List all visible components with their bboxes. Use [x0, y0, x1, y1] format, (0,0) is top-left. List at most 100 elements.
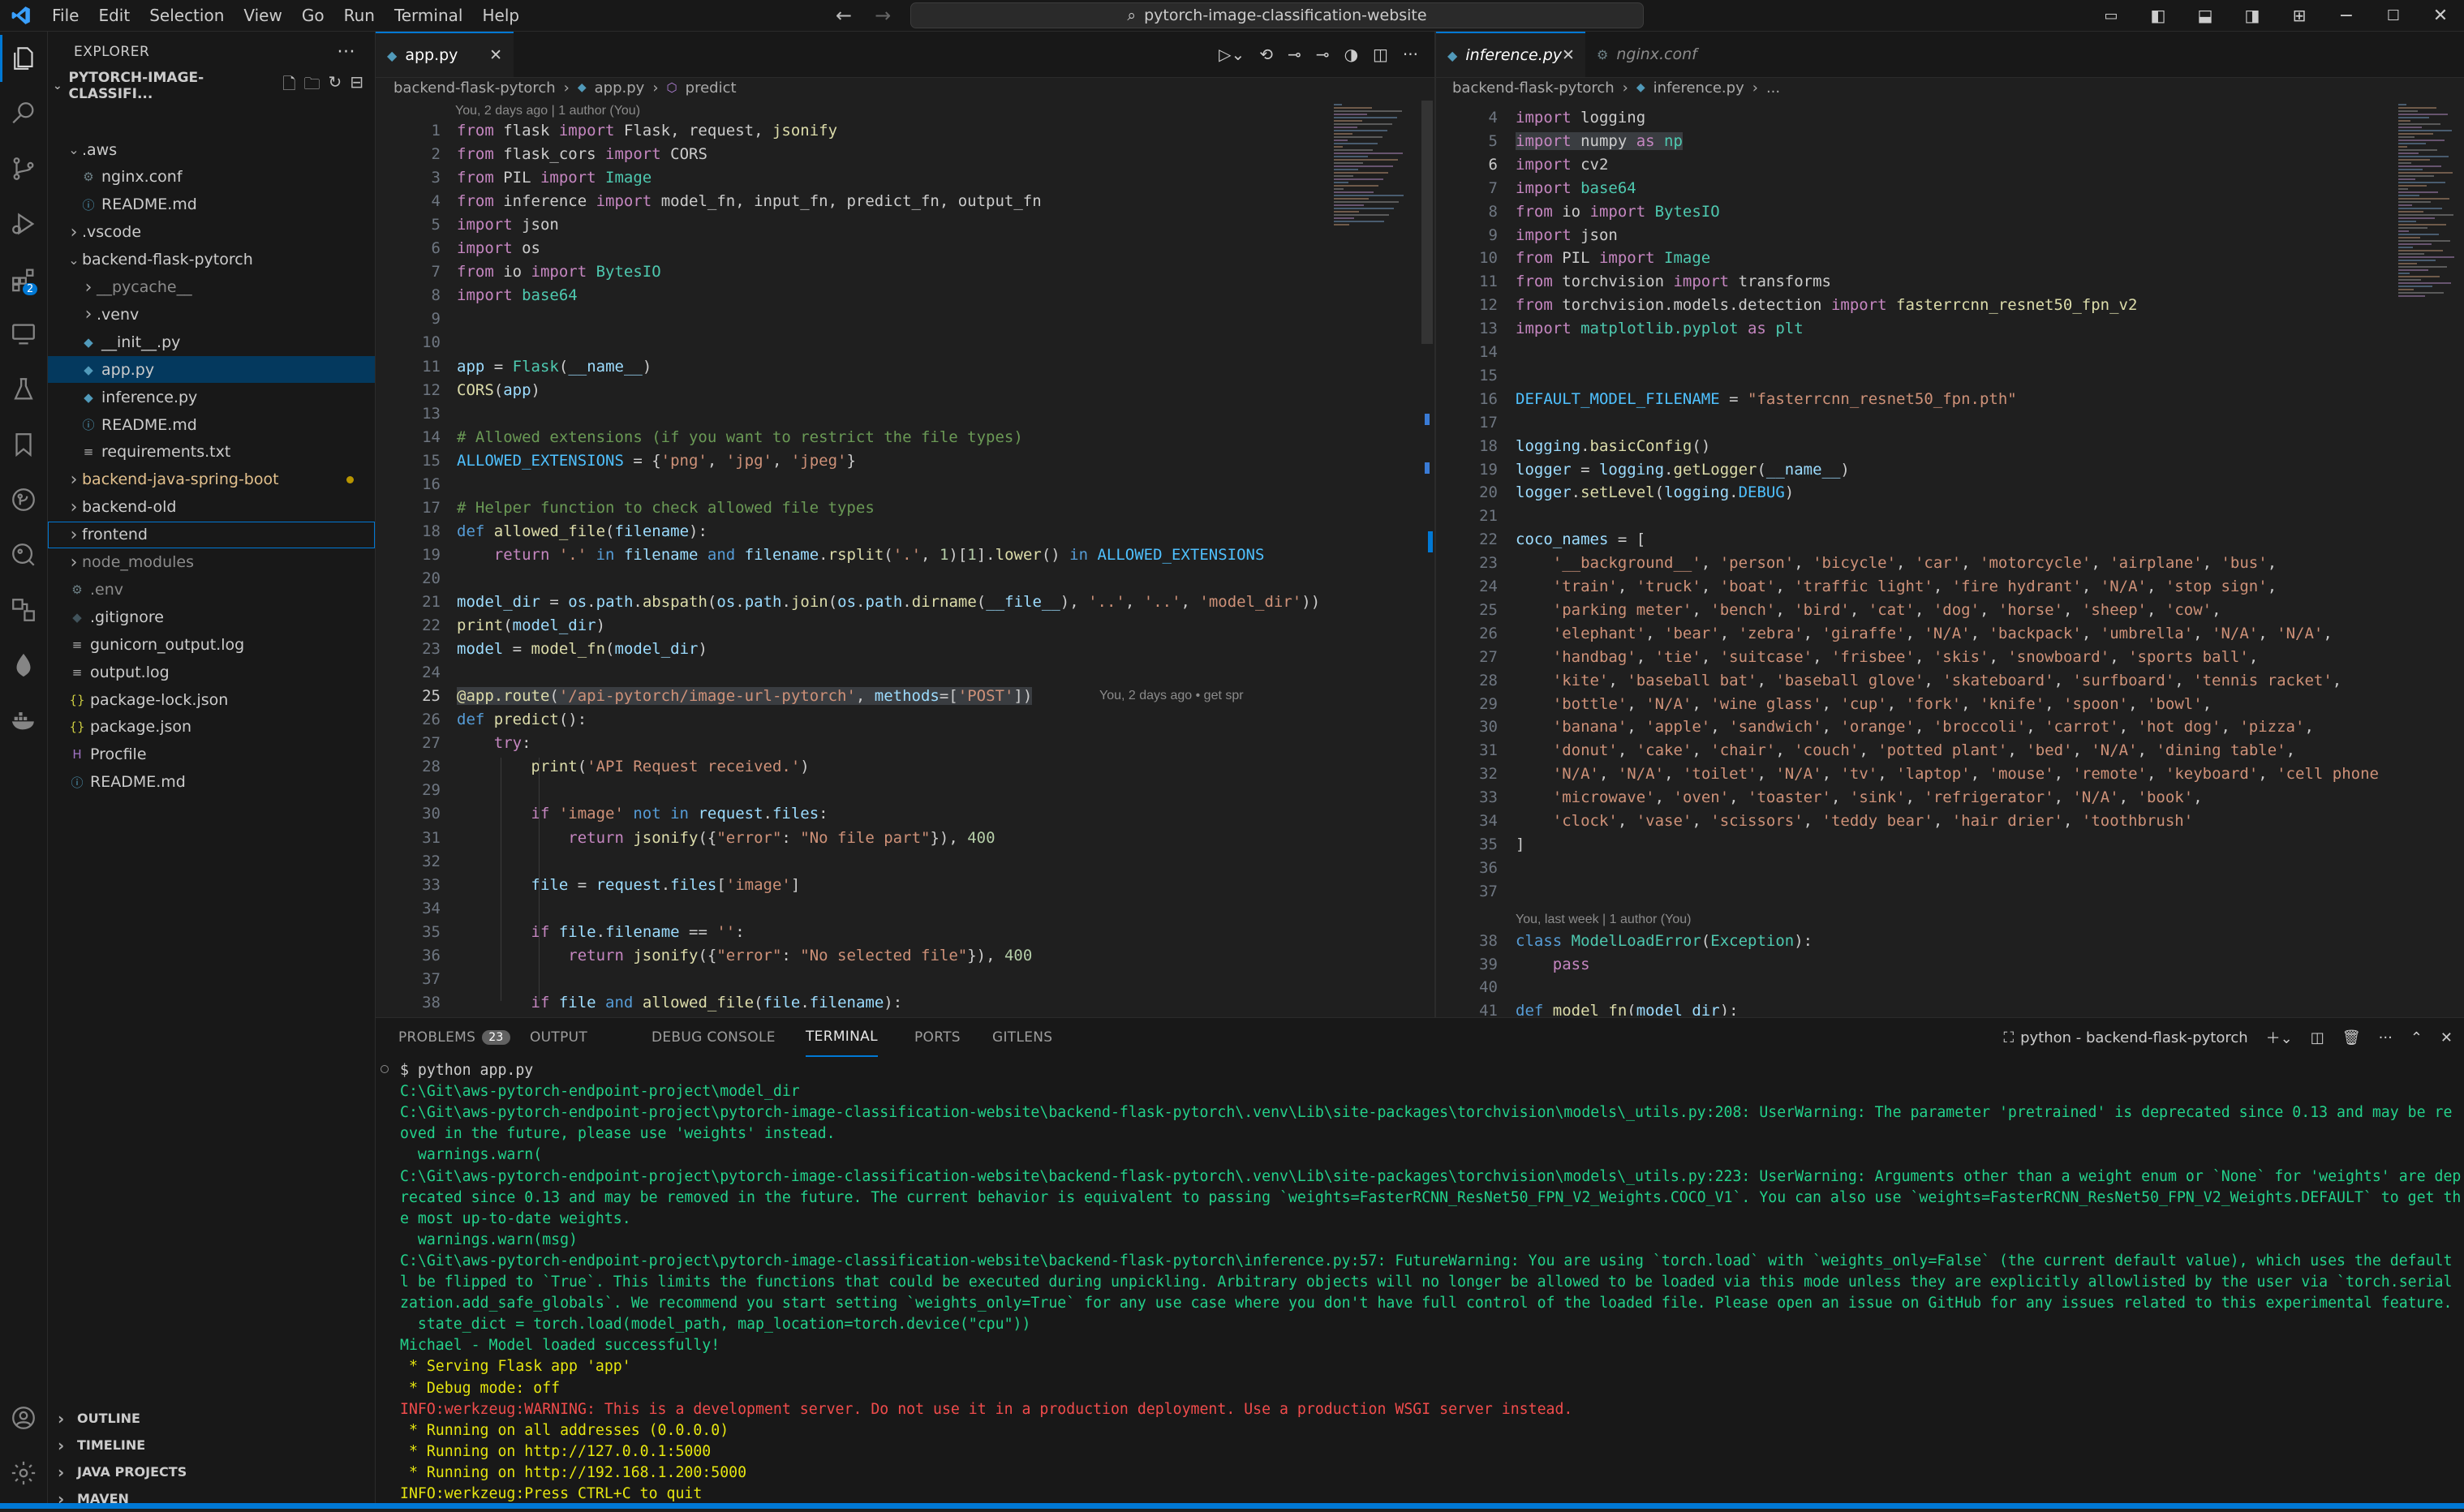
tree-item-backend-flask-pytorch[interactable]: ⌄ backend-flask-pytorch [48, 247, 375, 273]
code-line[interactable]: from inference import model_fn, input_fn… [457, 192, 1042, 210]
panel-tab-ports[interactable]: PORTS [914, 1018, 961, 1057]
containers-icon[interactable] [0, 586, 47, 634]
breadcrumb-item[interactable]: ... [1766, 79, 1780, 97]
code-line[interactable]: from torchvision import transforms [1516, 273, 1831, 290]
toggle-secondary-sidebar-icon[interactable]: ◨ [2229, 6, 2276, 25]
command-center-search[interactable]: ⌕ pytorch-image-classification-website [910, 2, 1644, 28]
tree-item--pycache-[interactable]: › __pycache__ [48, 274, 375, 301]
source-control-icon[interactable] [0, 145, 47, 192]
new-file-icon[interactable]: 🗋 [282, 72, 295, 100]
code-line[interactable]: if file and allowed_file(file.filename): [457, 994, 903, 1012]
docker-icon[interactable] [0, 697, 47, 744]
customize-layout-icon[interactable]: ⊞ [2276, 6, 2323, 25]
more-terminal-actions-icon[interactable]: ··· [2379, 1029, 2393, 1046]
code-line[interactable]: pass [1516, 956, 1590, 973]
tab-app-py[interactable]: ◆ app.py ✕ [376, 32, 514, 77]
code-line[interactable]: 'elephant', 'bear', 'zebra', 'giraffe', … [1516, 625, 2333, 642]
code-line[interactable]: def model_fn(model_dir): [1516, 1002, 1739, 1016]
collapse-all-icon[interactable]: ⊟ [350, 72, 363, 100]
code-line[interactable]: DEFAULT_MODEL_FILENAME = "fasterrcnn_res… [1516, 390, 2017, 408]
menu-selection[interactable]: Selection [140, 6, 234, 25]
code-line[interactable]: return jsonify({"error": "No selected fi… [457, 947, 1032, 964]
code-line[interactable]: @app.route('/api-pytorch/image-url-pytor… [457, 687, 1033, 706]
code-line[interactable]: # Helper function to check allowed file … [457, 499, 875, 517]
code-line[interactable]: '__background__', 'person', 'bicycle', '… [1516, 554, 2277, 572]
toggle-panel-icon[interactable]: ⬓ [2182, 6, 2229, 25]
gitlens-blame-icon[interactable]: ◑ [1344, 45, 1358, 64]
code-line[interactable]: class ModelLoadError(Exception): [1516, 932, 1813, 950]
extensions-icon[interactable]: 2 [0, 256, 47, 303]
back-arrow-icon[interactable]: ← [836, 4, 852, 27]
left-code-editor[interactable]: You, 2 days ago | 1 author (You) 1 from fl… [376, 101, 1329, 1016]
tree-item--init-py[interactable]: ◆ __init__.py [48, 329, 375, 355]
toggle-primary-sidebar-icon[interactable]: ◧ [2135, 6, 2182, 25]
maximize-panel-icon[interactable]: ⌃ [2410, 1029, 2423, 1046]
maximize-icon[interactable]: ☐ [2370, 7, 2417, 24]
more-editor-actions-icon[interactable]: ··· [1403, 45, 1418, 64]
tree-item--aws[interactable]: ⌄ .aws [48, 136, 375, 163]
panel-tab-debug-console[interactable]: DEBUG CONSOLE [651, 1018, 776, 1057]
tree-item-readme-md[interactable]: ⓘ README.md [48, 411, 375, 438]
code-line[interactable]: ALLOWED_EXTENSIONS = {'png', 'jpg', 'jpe… [457, 452, 856, 470]
breadcrumb-item[interactable]: backend-flask-pytorch [393, 79, 556, 97]
code-line[interactable]: import json [1516, 226, 1618, 244]
close-window-icon[interactable]: ✕ [2417, 6, 2464, 26]
code-line[interactable]: app = Flask(__name__) [457, 358, 651, 376]
code-line[interactable]: from io import BytesIO [457, 263, 661, 281]
run-debug-icon[interactable] [0, 200, 47, 247]
tab-nginx-conf[interactable]: ⚙ nginx.conf [1585, 32, 1707, 77]
breadcrumb-item[interactable]: predict [686, 79, 737, 97]
remote-explorer-icon[interactable] [0, 311, 47, 358]
accounts-layout-icon[interactable]: ▭ [2088, 7, 2135, 24]
code-line[interactable]: return jsonify({"error": "No file part"}… [457, 829, 995, 847]
left-scrollbar[interactable] [1421, 101, 1433, 344]
right-minimap[interactable] [2395, 101, 2464, 1016]
tree-item-backend-old[interactable]: › backend-old [48, 494, 375, 521]
tree-item-readme-md[interactable]: ⓘ README.md [48, 769, 375, 796]
code-line[interactable]: model_dir = os.path.abspath(os.path.join… [457, 593, 1320, 611]
close-panel-icon[interactable]: ✕ [2440, 1029, 2453, 1046]
breadcrumb-item[interactable]: app.py [595, 79, 645, 97]
section-outline[interactable]: › OUTLINE [48, 1405, 375, 1432]
project-root[interactable]: ⌄ PYTORCH-IMAGE-CLASSIFI... 🗋 🗀 ↻ ⊟ [48, 70, 375, 102]
code-line[interactable]: coco_names = [ [1516, 530, 1645, 548]
blame-class-header[interactable]: You, last week | 1 author (You) [1516, 913, 1691, 927]
tree-item-procfile[interactable]: H Procfile [48, 741, 375, 768]
code-line[interactable]: 'clock', 'vase', 'scissors', 'teddy bear… [1516, 812, 2193, 830]
close-tab-icon[interactable]: ✕ [489, 46, 502, 64]
tab-inference-py[interactable]: ◆ inference.py ✕ [1436, 32, 1585, 77]
explorer-icon[interactable] [0, 35, 47, 82]
code-line[interactable]: return '.' in filename and filename.rspl… [457, 546, 1265, 564]
breadcrumb-item[interactable]: backend-flask-pytorch [1452, 79, 1615, 97]
code-line[interactable]: from PIL import Image [457, 169, 651, 187]
code-line[interactable]: 'banana', 'apple', 'sandwich', 'orange',… [1516, 718, 2314, 736]
menu-run[interactable]: Run [334, 6, 385, 25]
code-line[interactable]: from flask import Flask, request, jsonif… [457, 122, 837, 140]
code-line[interactable]: import base64 [457, 286, 578, 304]
code-line[interactable]: import cv2 [1516, 156, 1608, 174]
code-line[interactable]: print(model_dir) [457, 616, 605, 634]
code-line[interactable]: CORS(app) [457, 381, 540, 399]
gitlens-inspect-icon[interactable] [0, 531, 47, 578]
tree-item-requirements-txt[interactable]: ≡ requirements.txt [48, 439, 375, 466]
more-actions-icon[interactable]: ··· [338, 42, 355, 62]
code-line[interactable]: model = model_fn(model_dir) [457, 640, 707, 658]
code-line[interactable]: from flask_cors import CORS [457, 145, 707, 163]
refresh-icon[interactable]: ↻ [328, 72, 342, 100]
menu-go[interactable]: Go [292, 6, 334, 25]
code-line[interactable]: import json [457, 216, 559, 234]
mongodb-icon[interactable] [0, 642, 47, 689]
tree-item-app-py[interactable]: ◆ app.py [48, 356, 375, 384]
tree-item-backend-java-spring-boot[interactable]: › backend-java-spring-boot [48, 466, 375, 493]
terminal-name[interactable]: python - backend-flask-pytorch [2020, 1029, 2248, 1046]
code-line[interactable]: if 'image' not in request.files: [457, 805, 828, 823]
code-line[interactable]: import logging [1516, 109, 1645, 127]
code-line[interactable]: import os [457, 239, 540, 257]
tree-item-gunicorn-output-log[interactable]: ≡ gunicorn_output.log [48, 631, 375, 658]
code-line[interactable]: 'handbag', 'tie', 'suitcase', 'frisbee',… [1516, 648, 2259, 666]
code-line[interactable]: 'N/A', 'N/A', 'toilet', 'N/A', 'tv', 'la… [1516, 765, 2379, 783]
tree-item-readme-md[interactable]: ⓘ README.md [48, 191, 375, 218]
code-line[interactable]: logger = logging.getLogger(__name__) [1516, 461, 1850, 479]
next-change-icon[interactable]: ⊸ [1316, 45, 1330, 64]
code-line[interactable]: 'donut', 'cake', 'chair', 'couch', 'pott… [1516, 741, 2295, 759]
